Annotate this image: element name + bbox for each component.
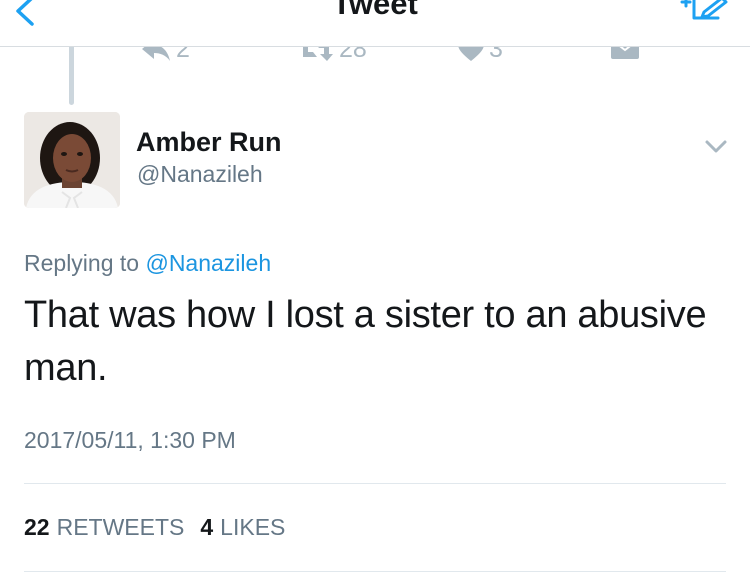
- page-title: Tweet: [332, 0, 418, 21]
- retweets-count: 22: [24, 514, 50, 540]
- likes-count: 4: [200, 514, 214, 540]
- envelope-icon: [611, 47, 639, 59]
- tweet-stats: 22 RETWEETS 4 LIKES: [24, 514, 301, 541]
- author-name[interactable]: Amber Run: [136, 127, 282, 158]
- retweets-stat[interactable]: 22 RETWEETS: [24, 514, 184, 541]
- divider-top: [24, 483, 726, 484]
- retweet-count: 28: [339, 47, 367, 63]
- reply-count: 2: [176, 47, 190, 63]
- chevron-down-icon[interactable]: [704, 137, 728, 155]
- reply-mention-link[interactable]: @Nanazileh: [145, 250, 271, 276]
- reply-action[interactable]: 2: [140, 47, 190, 64]
- navigation-bar: Tweet: [0, 0, 750, 47]
- retweets-label: RETWEETS: [56, 514, 185, 540]
- heart-icon: [458, 47, 484, 61]
- previous-tweet-actions: 2 28 3: [0, 47, 750, 69]
- replying-label: Replying to: [24, 250, 140, 276]
- retweet-action[interactable]: 28: [297, 47, 367, 64]
- tweet-text: That was how I lost a sister to an abusi…: [24, 294, 707, 389]
- likes-label: LIKES: [220, 514, 286, 540]
- like-action[interactable]: 3: [457, 47, 503, 64]
- like-count: 3: [489, 47, 503, 63]
- retweet-icon: [303, 47, 333, 61]
- direct-message-action[interactable]: [610, 47, 640, 61]
- tweet-timestamp: 2017/05/11, 1:30 PM: [24, 427, 236, 453]
- author-handle[interactable]: @Nanazileh: [137, 161, 263, 188]
- compose-icon[interactable]: [680, 0, 728, 26]
- reply-context: Replying to @Nanazileh: [24, 250, 271, 277]
- divider-bottom: [24, 571, 726, 572]
- reply-icon: [142, 47, 170, 61]
- likes-stat[interactable]: 4 LIKES: [200, 514, 285, 541]
- profile-photo: [24, 112, 120, 208]
- avatar[interactable]: [24, 112, 120, 208]
